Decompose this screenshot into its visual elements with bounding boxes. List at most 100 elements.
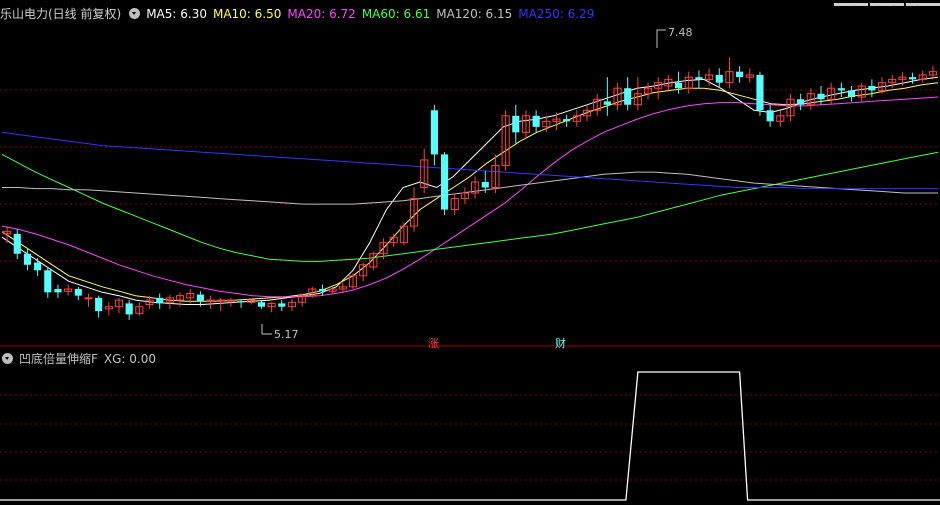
candle-body <box>441 154 449 210</box>
low-price-label: 5.17 <box>274 328 299 341</box>
candle <box>278 300 286 312</box>
candle <box>766 104 774 127</box>
high-price-label: 7.48 <box>668 26 693 39</box>
candle-body <box>44 270 52 293</box>
candle-body <box>624 88 632 105</box>
candle <box>736 66 744 83</box>
candle <box>613 82 622 111</box>
moving-average-lines <box>1 76 939 305</box>
candle-body <box>736 71 744 78</box>
candle <box>501 110 510 171</box>
candle <box>298 293 307 307</box>
candle-body <box>532 115 540 127</box>
candle-body <box>318 289 327 292</box>
candle <box>909 72 917 84</box>
candle <box>572 110 581 127</box>
candle <box>450 193 459 216</box>
candle <box>348 273 358 290</box>
candle <box>74 286 82 301</box>
candle-body <box>847 90 856 98</box>
candle <box>797 93 805 111</box>
candle <box>267 302 276 313</box>
candle-body <box>196 294 204 302</box>
candle <box>206 295 215 309</box>
candle <box>633 77 642 111</box>
candle <box>756 71 764 116</box>
candle <box>216 297 225 312</box>
candle <box>837 82 845 98</box>
candle <box>471 176 480 199</box>
candle-body <box>675 82 683 89</box>
candle <box>563 114 571 127</box>
ma20-line <box>1 96 939 298</box>
candle <box>114 297 124 314</box>
candle <box>725 57 734 89</box>
candle <box>888 74 897 89</box>
candle-body <box>257 302 265 307</box>
candlestick-series <box>3 29 937 335</box>
candle <box>624 77 632 111</box>
candle <box>64 284 73 296</box>
candle <box>13 229 21 260</box>
candle <box>420 148 429 194</box>
candle <box>695 70 703 89</box>
candle-body <box>54 289 62 293</box>
candle <box>23 248 31 271</box>
candle <box>54 284 62 298</box>
mark-cai: 财 <box>555 336 566 350</box>
candle <box>165 294 174 309</box>
candle <box>532 110 540 133</box>
candle <box>827 82 836 105</box>
stock-chart-svg[interactable]: 7.48 5.17 涨 财 <box>0 0 940 505</box>
candle-body <box>23 253 31 265</box>
candle-body <box>481 182 489 188</box>
candle <box>441 152 449 216</box>
ma60-line <box>1 151 939 262</box>
candle-body <box>603 101 611 105</box>
candle <box>715 68 723 89</box>
candle <box>237 300 245 308</box>
candle <box>318 284 327 296</box>
candle <box>84 293 93 307</box>
candle <box>430 104 438 166</box>
candle <box>603 77 611 116</box>
candle <box>460 187 469 205</box>
candle <box>847 86 856 102</box>
candle-body <box>695 77 703 80</box>
candle-body <box>430 110 438 155</box>
candle-body <box>125 303 133 315</box>
candle-body <box>797 99 805 105</box>
candle <box>654 77 663 100</box>
low-marker-line <box>261 324 272 335</box>
candle <box>44 266 52 298</box>
ma5-line <box>1 76 939 305</box>
mark-zhang: 涨 <box>428 337 439 350</box>
candle-body <box>909 77 917 80</box>
candle-body <box>837 88 845 91</box>
candle <box>156 293 164 309</box>
candle-body <box>512 115 520 133</box>
candle-body <box>206 299 215 302</box>
candle-body <box>715 74 723 83</box>
candle-body <box>216 299 225 302</box>
candle-body <box>237 301 245 303</box>
candle-body <box>766 110 774 122</box>
indicator-series <box>0 371 940 501</box>
candle-body <box>84 297 93 300</box>
candle-body <box>563 119 571 122</box>
candle <box>857 82 866 102</box>
candle <box>399 222 408 245</box>
candle <box>643 82 653 100</box>
candle <box>95 295 103 318</box>
xg-signal-line <box>0 371 940 501</box>
candle <box>918 70 927 83</box>
candle <box>287 298 297 312</box>
candle <box>593 93 602 116</box>
candle-body <box>817 93 825 100</box>
candle-body <box>868 86 876 91</box>
candle-body <box>13 233 21 254</box>
candle <box>125 300 133 320</box>
candle <box>3 226 12 243</box>
candle <box>135 302 144 316</box>
candle <box>776 110 785 127</box>
